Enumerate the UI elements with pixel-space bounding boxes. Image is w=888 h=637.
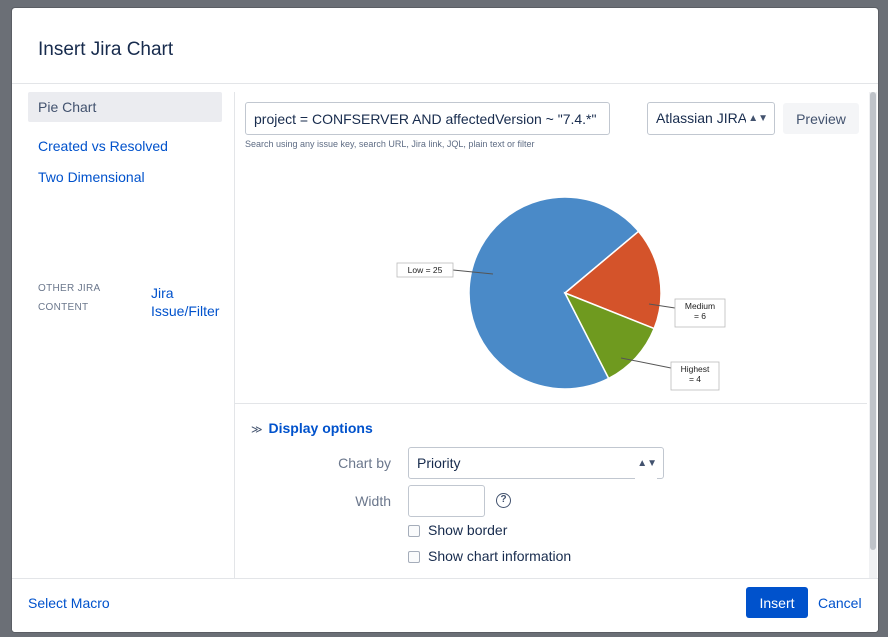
help-icon[interactable]: ? (496, 493, 511, 508)
sidebar-item-jira-issue-filter[interactable]: Jira Issue/Filter (151, 284, 241, 320)
search-helper-text: Search using any issue key, search URL, … (245, 139, 535, 149)
pie-label-medium: Medium (685, 301, 715, 311)
scrollbar-thumb[interactable] (870, 92, 876, 550)
other-jira-content-label: OTHER JIRA CONTENT (38, 283, 100, 313)
show-chart-info-label[interactable]: Show chart information (428, 548, 571, 564)
select-macro-link[interactable]: Select Macro (28, 595, 110, 611)
display-options-label: Display options (268, 420, 373, 436)
sidebar-item-created-vs-resolved[interactable]: Created vs Resolved (28, 131, 222, 161)
insert-jira-chart-dialog: Insert Jira Chart Pie Chart Created vs R… (12, 8, 878, 632)
show-border-checkbox[interactable] (408, 525, 420, 537)
preview-button[interactable]: Preview (783, 103, 859, 134)
chart-type-sidebar: Pie Chart Created vs Resolved Two Dimens… (24, 92, 236, 562)
chart-config-panel: Atlassian JIRA ( ▲▼ Preview Search using… (234, 92, 867, 578)
show-border-label[interactable]: Show border (428, 522, 507, 538)
dialog-footer: Select Macro Insert Cancel (12, 578, 878, 632)
pie-chart-svg: Low = 25 Medium= 6 Highest= 4 (396, 196, 726, 391)
cancel-link[interactable]: Cancel (818, 595, 862, 611)
insert-button[interactable]: Insert (746, 587, 808, 618)
pie-label-low: Low = 25 (408, 265, 443, 275)
server-select[interactable]: Atlassian JIRA ( ▲▼ (647, 102, 775, 135)
display-options-toggle[interactable]: ≫ Display options (251, 420, 373, 436)
chart-by-select[interactable]: Priority ▲▼ (408, 447, 664, 479)
width-input[interactable] (408, 485, 485, 517)
select-arrows-icon: ▲▼ (746, 103, 768, 134)
width-label: Width (355, 493, 391, 509)
sidebar-item-two-dimensional[interactable]: Two Dimensional (28, 162, 222, 192)
dialog-header: Insert Jira Chart (12, 8, 878, 84)
double-chevron-down-icon: ≫ (251, 424, 263, 436)
pie-chart: Low = 25 Medium = 6 Highest = 4 (245, 156, 865, 401)
pie-label-highest: Highest (681, 364, 710, 374)
jql-search-input[interactable] (245, 102, 610, 135)
pie-label-highest: = 4 (689, 374, 701, 384)
dialog-title: Insert Jira Chart (38, 39, 174, 60)
panel-scrollbar[interactable] (869, 92, 877, 578)
show-chart-info-checkbox[interactable] (408, 551, 420, 563)
chart-by-label: Chart by (338, 455, 391, 471)
display-options-section: ≫ Display options Chart by Priority ▲▼ Wi… (235, 403, 867, 578)
sidebar-item-pie-chart[interactable]: Pie Chart (28, 92, 222, 122)
select-arrows-icon: ▲▼ (635, 448, 657, 479)
chart-by-value: Priority (417, 455, 461, 471)
pie-label-medium: = 6 (694, 311, 706, 321)
server-select-value: Atlassian JIRA ( (656, 110, 755, 126)
